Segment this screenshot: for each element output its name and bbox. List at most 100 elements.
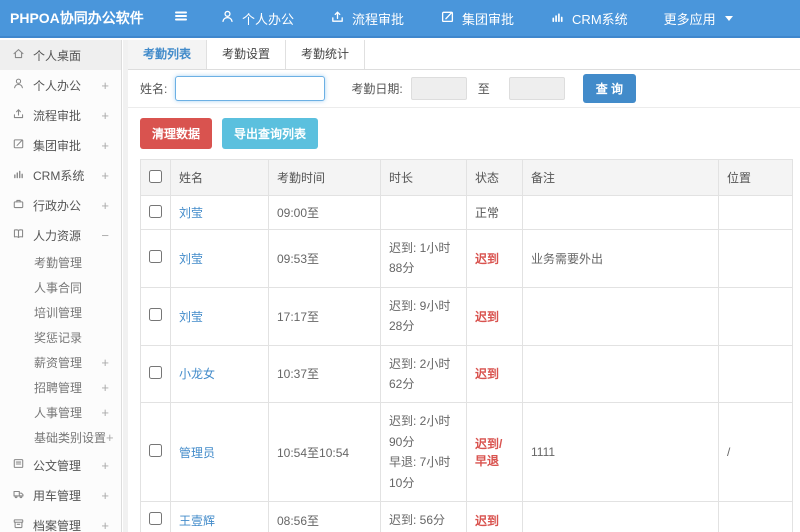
expand-sign: + (101, 355, 109, 370)
status: 迟到 (466, 229, 523, 288)
expand-sign: + (101, 107, 109, 123)
sidebar-subitem-label: 奖惩记录 (34, 331, 83, 345)
name-filter-input[interactable] (175, 76, 326, 101)
sidebar-subitem-hr-contract[interactable]: 人事合同 (0, 275, 121, 300)
attendance-time: 17:17至 (268, 286, 381, 346)
tab-attendance-settings[interactable]: 考勤设置 (207, 40, 287, 69)
expand-sign: + (101, 487, 109, 503)
nav-personal-office[interactable]: 个人办公 (220, 9, 294, 28)
row-checkbox[interactable] (149, 308, 162, 322)
date-from-input[interactable] (410, 77, 467, 100)
bar-chart-icon (550, 9, 565, 27)
tab-bar: 考勤列表 考勤设置 考勤统计 (128, 40, 800, 70)
sidebar-item-crm-system[interactable]: CRM系统 + (0, 160, 121, 190)
export-list-button[interactable]: 导出查询列表 (222, 118, 319, 149)
duration (380, 195, 467, 230)
sidebar-item-label: 流程审批 (33, 108, 82, 123)
location: / (718, 402, 793, 502)
sidebar-item-vehicle-management[interactable]: 用车管理 + (0, 480, 121, 510)
remark (522, 500, 719, 532)
sidebar-item-label: 人力资源 (33, 228, 82, 243)
location (718, 286, 793, 346)
share-icon (330, 9, 345, 27)
expand-sign: + (106, 430, 114, 445)
table-row: 管理员 10:54至10:54 迟到: 2小时90分 早退: 7小时10分 迟到… (140, 402, 793, 502)
edit-icon (440, 9, 455, 27)
location (718, 195, 793, 230)
table-row: 刘莹 09:00至 正常 (140, 195, 793, 230)
sidebar-subitem-training-management[interactable]: 培训管理 (0, 300, 121, 325)
nav-label: CRM系统 (572, 11, 628, 27)
main-content: 考勤列表 考勤设置 考勤统计 姓名: 考勤日期: 至 查 询 清理数据 导出查询… (123, 40, 800, 532)
nav-label: 个人办公 (242, 11, 295, 27)
sidebar-subitem-label: 招聘管理 (34, 381, 83, 395)
row-checkbox[interactable] (149, 250, 162, 264)
sidebar: 个人桌面 个人办公 + 流程审批 + 集团审批 + CRM系统 + 行政办公 + (0, 40, 122, 532)
select-all-checkbox[interactable] (149, 169, 162, 183)
user-icon (220, 9, 235, 27)
book-icon (12, 227, 25, 243)
column-header-duration: 时长 (380, 159, 467, 196)
location (718, 344, 793, 404)
clean-data-button[interactable]: 清理数据 (140, 118, 213, 149)
sidebar-item-group-approval[interactable]: 集团审批 + (0, 130, 121, 160)
sidebar-subitem-label: 培训管理 (34, 306, 83, 320)
row-checkbox[interactable] (149, 512, 162, 526)
employee-name-link[interactable]: 刘莹 (170, 286, 269, 346)
user-icon (12, 77, 25, 93)
hamburger-icon (172, 8, 190, 29)
row-checkbox[interactable] (149, 204, 162, 218)
sidebar-subitem-reward-punishment[interactable]: 奖惩记录 (0, 325, 121, 350)
row-checkbox[interactable] (149, 444, 162, 458)
sidebar-subitem-base-category-settings[interactable]: 基础类别设置 + (0, 425, 121, 450)
sidebar-subitem-label: 人事合同 (34, 281, 83, 295)
sidebar-item-personal-office[interactable]: 个人办公 + (0, 70, 121, 100)
truck-icon (12, 487, 25, 503)
employee-name-link[interactable]: 刘莹 (170, 229, 269, 288)
sidebar-subitem-label: 薪资管理 (34, 356, 83, 370)
remark (522, 344, 719, 404)
column-header-location: 位置 (718, 159, 793, 196)
attendance-time: 09:00至 (268, 195, 381, 230)
sidebar-subitem-salary-management[interactable]: 薪资管理 + (0, 350, 121, 375)
duration: 迟到: 56分 (380, 500, 467, 532)
sidebar-subitem-attendance-management[interactable]: 考勤管理 (0, 250, 121, 275)
share-icon (12, 107, 25, 123)
employee-name-link[interactable]: 管理员 (170, 402, 269, 502)
row-checkbox[interactable] (149, 365, 162, 379)
expand-sign: + (101, 380, 109, 395)
sidebar-item-archive-management[interactable]: 档案管理 + (0, 510, 121, 532)
nav-more-apps[interactable]: 更多应用 (664, 9, 733, 28)
employee-name-link[interactable]: 小龙女 (170, 344, 269, 404)
nav-crm-system[interactable]: CRM系统 (550, 9, 628, 28)
expand-sign: + (101, 457, 109, 473)
employee-name-link[interactable]: 刘莹 (170, 195, 269, 230)
sidebar-subitem-recruitment-management[interactable]: 招聘管理 + (0, 375, 121, 400)
sidebar-subitem-personnel-management[interactable]: 人事管理 + (0, 400, 121, 425)
table-row: 小龙女 10:37至 迟到: 2小时62分 迟到 (140, 344, 793, 404)
duration: 迟到: 2小时90分 早退: 7小时10分 (380, 402, 467, 502)
sidebar-item-label: 个人桌面 (33, 48, 82, 63)
sidebar-item-admin-office[interactable]: 行政办公 + (0, 190, 121, 220)
hamburger-menu-button[interactable] (172, 8, 190, 29)
app-logo: PHPOA协同办公软件 (10, 10, 144, 26)
search-button[interactable]: 查 询 (582, 74, 637, 103)
nav-label: 集团审批 (462, 11, 515, 27)
date-to-input[interactable] (508, 77, 565, 100)
sidebar-item-personal-desktop[interactable]: 个人桌面 (0, 40, 121, 70)
tab-attendance-list[interactable]: 考勤列表 (128, 40, 208, 69)
sidebar-item-human-resources[interactable]: 人力资源 − (0, 220, 121, 250)
home-icon (12, 47, 25, 63)
status: 迟到 (466, 286, 523, 346)
nav-workflow-approval[interactable]: 流程审批 (330, 9, 404, 28)
column-header-status: 状态 (466, 159, 523, 196)
remark (522, 195, 719, 230)
duration: 迟到: 9小时28分 (380, 286, 467, 346)
duration: 迟到: 1小时88分 (380, 229, 467, 288)
sidebar-item-workflow-approval[interactable]: 流程审批 + (0, 100, 121, 130)
tab-attendance-statistics[interactable]: 考勤统计 (286, 40, 366, 69)
remark: 1111 (522, 402, 719, 502)
employee-name-link[interactable]: 王壹辉 (170, 500, 269, 532)
nav-group-approval[interactable]: 集团审批 (440, 9, 514, 28)
sidebar-item-document-management[interactable]: 公文管理 + (0, 450, 121, 480)
